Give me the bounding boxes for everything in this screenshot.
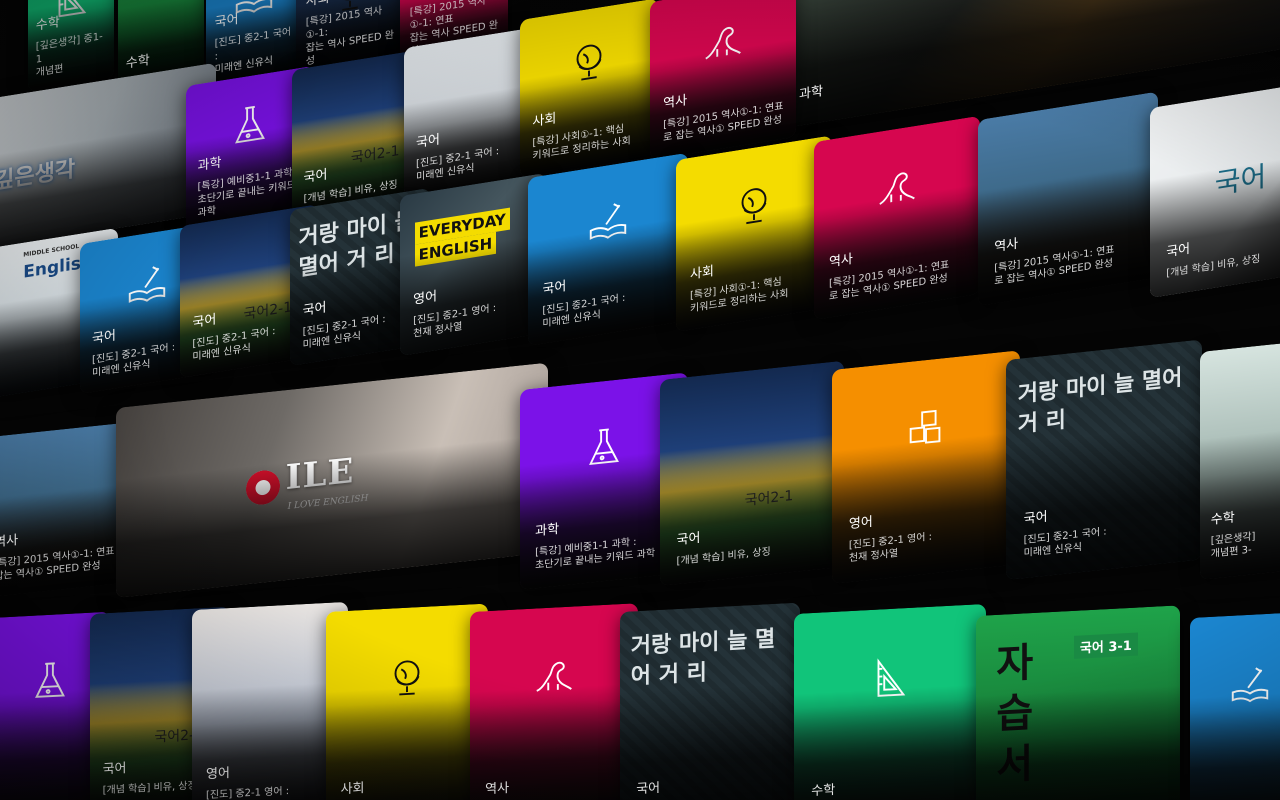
card-shade: [1190, 691, 1280, 800]
card-shade: [976, 685, 1180, 800]
card-caption: 영어 [진도] 중2-1 영어 :: [206, 761, 339, 800]
course-wall: 수학 [깊은생각] 중1-1 개념편 수학 국어 [진도] 중2-1 국어 : 미래엔 …: [0, 0, 1280, 800]
card-korean-calligraphy-3[interactable]: 거랑 마이 늘 멸어 거 리 국어: [620, 602, 800, 800]
card-english-teacher[interactable]: 영어 [진도] 중2-1 영어 :: [192, 601, 348, 800]
self-study-badge: 국어 3-1: [1073, 632, 1138, 660]
card-self-study-2[interactable]: 자습서국어 3-1: [976, 605, 1180, 800]
course-row: 국어2-1국어[개념 학습] 비유, 상징영어[진도] 중2-1 영어 :사회역…: [0, 0, 1280, 800]
card-history-crimson-3[interactable]: 역사: [470, 603, 638, 800]
card-math-green-2[interactable]: 수학: [794, 603, 986, 800]
card-korean-blue-4[interactable]: [1190, 611, 1280, 800]
calligraphy-text: 거랑 마이 늘 멸어 거 리: [630, 626, 776, 690]
card-social-yellow-3[interactable]: 사회: [326, 603, 488, 800]
